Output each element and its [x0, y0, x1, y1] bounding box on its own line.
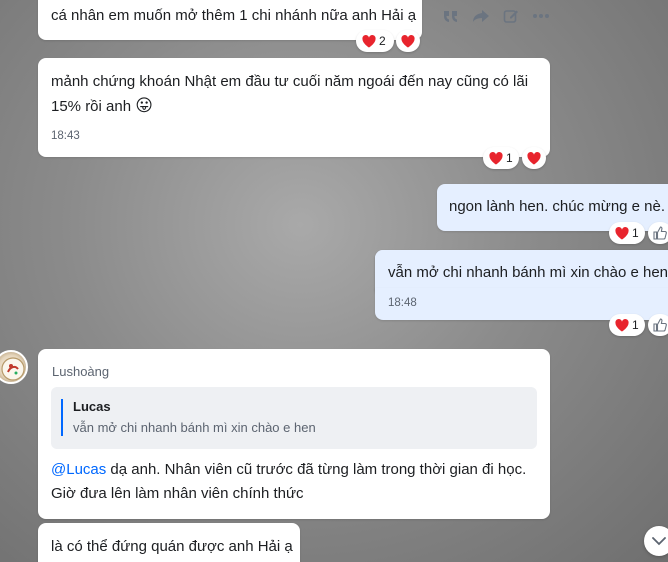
heart-icon — [489, 151, 503, 164]
message-bubble-5[interactable]: Lushoàng Lucas vẫn mở chi nhanh bánh mì … — [38, 349, 550, 519]
like-button[interactable] — [648, 314, 668, 336]
share-icon[interactable] — [470, 5, 492, 27]
message-text: ngon lành hen. chúc mừng e nè. — [449, 198, 666, 215]
message-text: cá nhân em muốn mở thêm 1 chi nhánh nữa … — [51, 7, 417, 24]
message-time: 18:48 — [388, 297, 417, 309]
heart-icon — [362, 34, 376, 47]
quote-bar — [61, 399, 63, 436]
reaction-summary[interactable]: 1 — [609, 222, 645, 244]
message-text: @Lucas dạ anh. Nhân viên cũ trước đã từn… — [51, 461, 527, 502]
quoted-message[interactable]: Lucas vẫn mở chi nhanh bánh mì xin chào … — [51, 387, 537, 449]
message-text: là có thể đứng quán được anh Hải ạ — [51, 538, 293, 555]
message-time: 18:43 — [51, 130, 80, 142]
reaction-count: 1 — [632, 318, 639, 332]
sender-avatar[interactable] — [0, 350, 28, 384]
tongue-emoji-icon: 😛 — [135, 96, 153, 115]
mention-link[interactable]: @Lucas — [51, 461, 106, 478]
reaction-summary[interactable]: 2 — [356, 30, 394, 52]
chevron-down-icon — [652, 536, 666, 545]
reaction-summary[interactable]: 1 — [609, 314, 645, 336]
like-button[interactable] — [648, 222, 668, 244]
thumbs-up-icon — [653, 318, 667, 332]
edit-icon[interactable] — [500, 5, 522, 27]
thumbs-up-icon — [653, 226, 667, 240]
sender-name: Lushoàng — [52, 364, 110, 379]
heart-icon — [527, 151, 541, 164]
reaction-count: 1 — [506, 151, 513, 165]
message-text: vẫn mở chi nhanh bánh mì xin chào e hen — [388, 264, 668, 281]
message-bubble-2[interactable]: mảnh chứng khoán Nhật em đầu tư cuối năm… — [38, 58, 550, 157]
react-button[interactable] — [396, 30, 420, 52]
heart-icon — [401, 34, 415, 47]
avatar-image — [1, 357, 25, 381]
reaction-summary[interactable]: 1 — [483, 147, 519, 169]
reaction-count: 2 — [379, 34, 386, 48]
more-icon[interactable] — [530, 5, 552, 27]
quote-text: vẫn mở chi nhanh bánh mì xin chào e hen — [73, 420, 316, 435]
scroll-to-bottom-button[interactable] — [644, 526, 668, 556]
quote-icon[interactable] — [440, 5, 462, 27]
message-toolbar — [436, 4, 556, 28]
message-bubble-6[interactable]: là có thể đứng quán được anh Hải ạ — [38, 523, 300, 562]
quote-author: Lucas — [73, 399, 111, 414]
heart-icon — [615, 226, 629, 239]
react-button[interactable] — [522, 147, 546, 169]
message-text: mảnh chứng khoán Nhật em đầu tư cuối năm… — [51, 73, 529, 115]
heart-icon — [615, 318, 629, 331]
reaction-count: 1 — [632, 226, 639, 240]
